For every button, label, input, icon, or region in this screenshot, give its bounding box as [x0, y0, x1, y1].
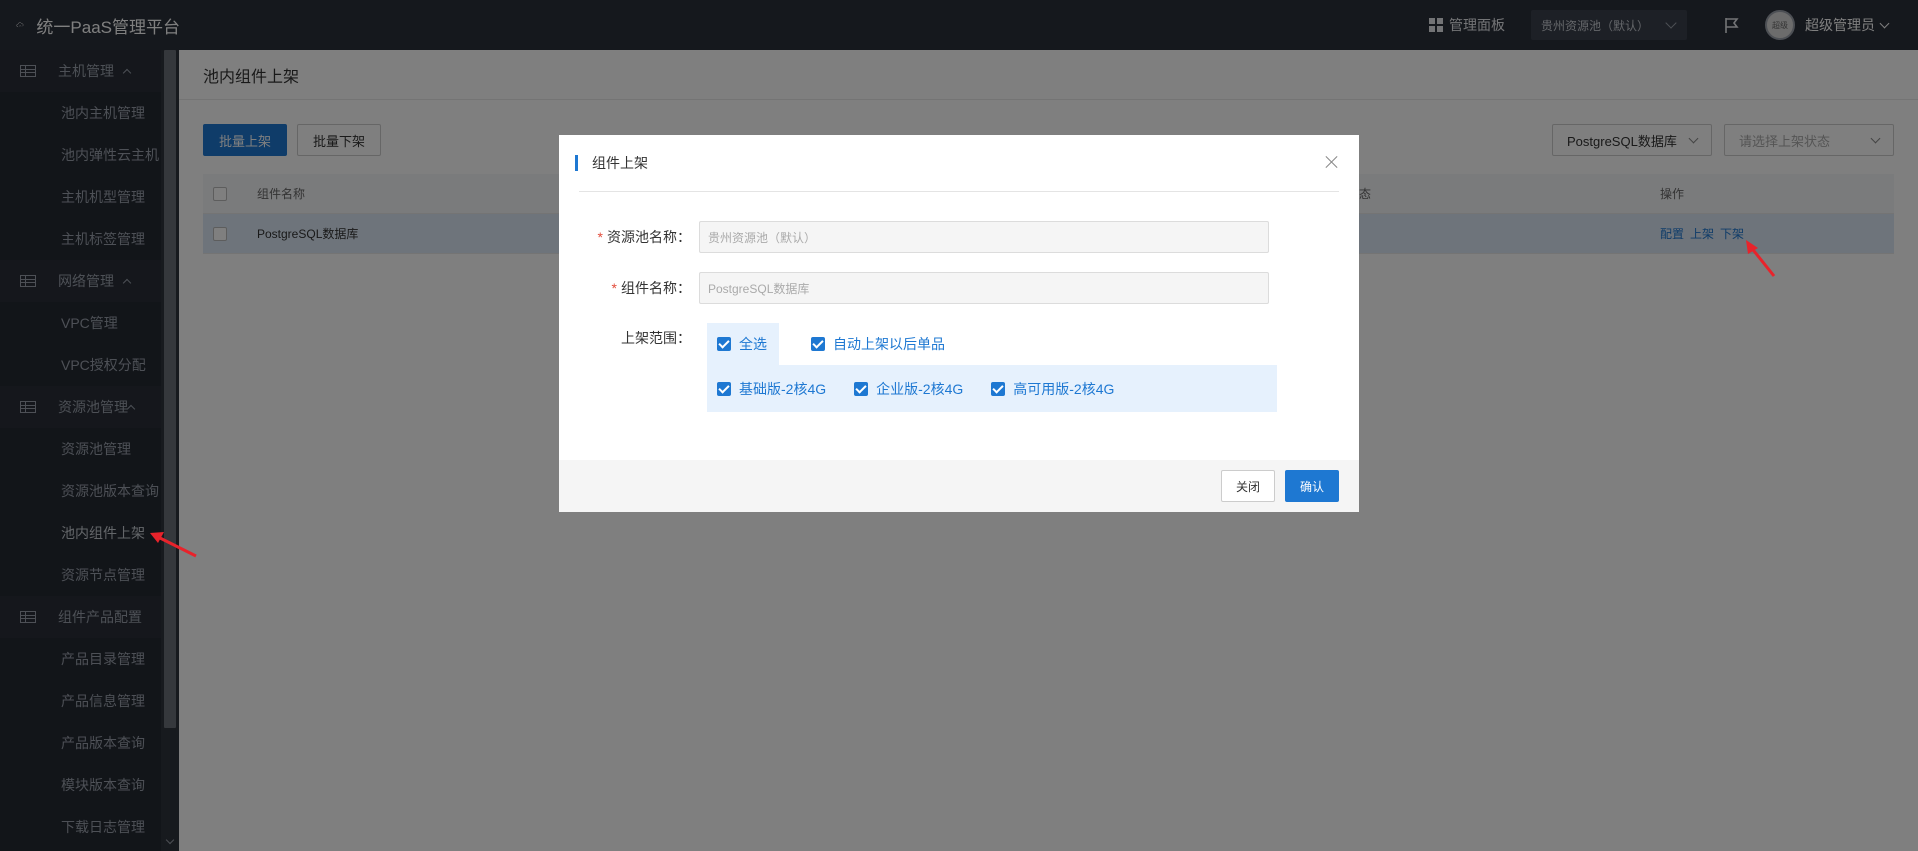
- modal-footer: 关闭 确认: [559, 460, 1359, 512]
- component-name-label: * 组件名称：: [611, 280, 691, 296]
- annotation-arrow-icon: [1746, 240, 1776, 277]
- range-options: 全选 自动上架以后单品 基础版-2核4G 企业版-2核4G 高可用版-2核4G: [707, 323, 1277, 412]
- close-button[interactable]: 关闭: [1220, 470, 1275, 502]
- select-all-option[interactable]: 全选: [707, 323, 779, 365]
- checkbox-checked-icon[interactable]: [854, 381, 869, 396]
- annotation-arrow-icon: [150, 532, 197, 558]
- checkbox-checked-icon[interactable]: [717, 381, 731, 396]
- pool-name-label: * 资源池名称：: [597, 229, 691, 245]
- component-listing-modal: 组件上架 * 资源池名称： 贵州资源池（默认） * 组件名称： PostgreSQL…: [559, 135, 1359, 512]
- modal-header: 组件上架: [575, 135, 1339, 192]
- checkbox-checked-icon[interactable]: [811, 337, 825, 351]
- component-name-row: * 组件名称： PostgreSQL数据库: [559, 272, 1269, 304]
- auto-listing-option[interactable]: 自动上架以后单品: [811, 334, 945, 354]
- close-icon[interactable]: [1325, 155, 1339, 169]
- edition-enterprise-option[interactable]: 企业版-2核4G: [854, 379, 963, 399]
- pool-name-row: * 资源池名称： 贵州资源池（默认）: [559, 221, 1269, 253]
- range-row: 上架范围：: [559, 328, 699, 348]
- edition-basic-option[interactable]: 基础版-2核4G: [717, 379, 826, 399]
- range-label: 上架范围：: [621, 330, 691, 346]
- checkbox-checked-icon[interactable]: [991, 381, 1006, 396]
- confirm-button[interactable]: 确认: [1284, 470, 1339, 502]
- edition-ha-option[interactable]: 高可用版-2核4G: [991, 379, 1114, 399]
- modal-title: 组件上架: [592, 155, 648, 171]
- title-accent-bar: [575, 155, 578, 171]
- checkbox-checked-icon[interactable]: [717, 337, 731, 351]
- component-name-field[interactable]: PostgreSQL数据库: [699, 272, 1269, 304]
- pool-name-field[interactable]: 贵州资源池（默认）: [699, 221, 1269, 253]
